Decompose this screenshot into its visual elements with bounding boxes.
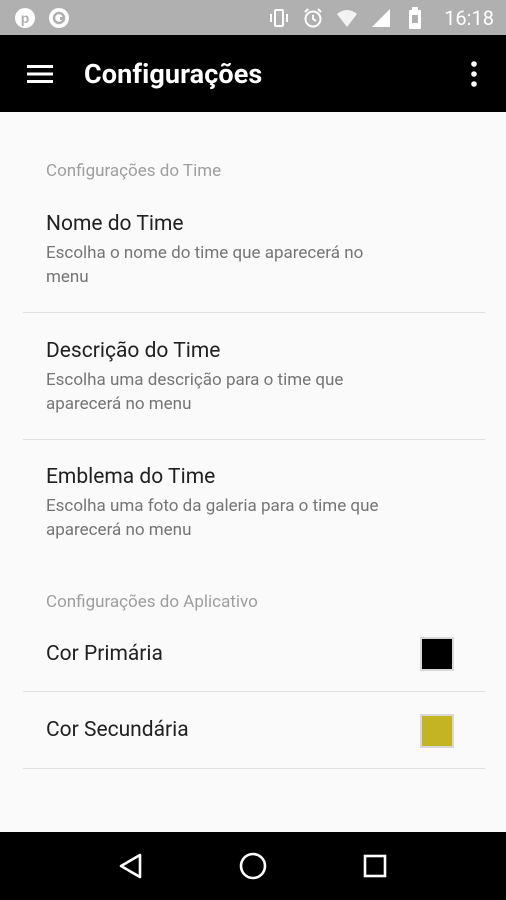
status-bar: p 16:18 (0, 0, 506, 35)
pref-summary-line: Escolha uma descrição para o time que (46, 370, 344, 390)
divider (23, 439, 485, 440)
navigation-bar (0, 832, 506, 900)
status-bar-right: 16:18 (268, 6, 494, 30)
section-header-app: Configurações do Aplicativo (46, 592, 258, 612)
pref-team-description[interactable]: Descrição do Time Escolha uma descrição … (23, 327, 485, 439)
recents-icon[interactable] (353, 844, 397, 888)
hamburger-menu-icon[interactable] (24, 58, 56, 90)
pref-title: Cor Primária (46, 642, 163, 666)
section-header-team: Configurações do Time (46, 161, 222, 181)
color-swatch-secondary (420, 714, 454, 748)
pref-summary-line: Escolha o nome do time que aparecerá no (46, 243, 364, 263)
divider (23, 768, 485, 769)
divider (23, 312, 485, 313)
pref-title: Descrição do Time (46, 339, 221, 363)
pinterest-icon: p (14, 7, 36, 29)
home-icon[interactable] (231, 844, 275, 888)
app-bar: Configurações (0, 35, 506, 112)
pref-summary: Escolha uma descrição para o time que ap… (46, 368, 436, 416)
pref-summary: Escolha uma foto da galeria para o time … (46, 494, 436, 542)
pref-summary-line: aparecerá no menu (46, 520, 192, 540)
pref-summary-line: Escolha uma foto da galeria para o time … (46, 496, 379, 516)
wifi-icon (336, 7, 358, 29)
status-bar-left: p (14, 7, 70, 29)
back-icon[interactable] (109, 844, 153, 888)
pref-title: Emblema do Time (46, 465, 216, 489)
settings-list: Configurações do Time Nome do Time Escol… (0, 112, 506, 832)
overflow-menu-icon[interactable] (458, 54, 490, 94)
pref-title: Nome do Time (46, 212, 184, 236)
pref-summary: Escolha o nome do time que aparecerá no … (46, 241, 436, 289)
pref-secondary-color[interactable]: Cor Secundária (23, 692, 485, 768)
app-circle-icon (48, 7, 70, 29)
pref-title: Cor Secundária (46, 718, 189, 742)
pref-team-name[interactable]: Nome do Time Escolha o nome do time que … (23, 200, 485, 312)
signal-icon (370, 7, 392, 29)
pref-summary-line: aparecerá no menu (46, 394, 192, 414)
color-swatch-primary (420, 637, 454, 671)
pref-primary-color[interactable]: Cor Primária (23, 622, 485, 692)
pref-summary-line: menu (46, 267, 89, 287)
vibrate-icon (268, 7, 290, 29)
page-title: Configurações (84, 57, 263, 90)
alarm-icon (302, 7, 324, 29)
battery-icon (404, 6, 426, 29)
status-time: 16:18 (444, 5, 494, 30)
svg-text:p: p (21, 10, 30, 26)
pref-team-emblem[interactable]: Emblema do Time Escolha uma foto da gale… (23, 454, 485, 566)
